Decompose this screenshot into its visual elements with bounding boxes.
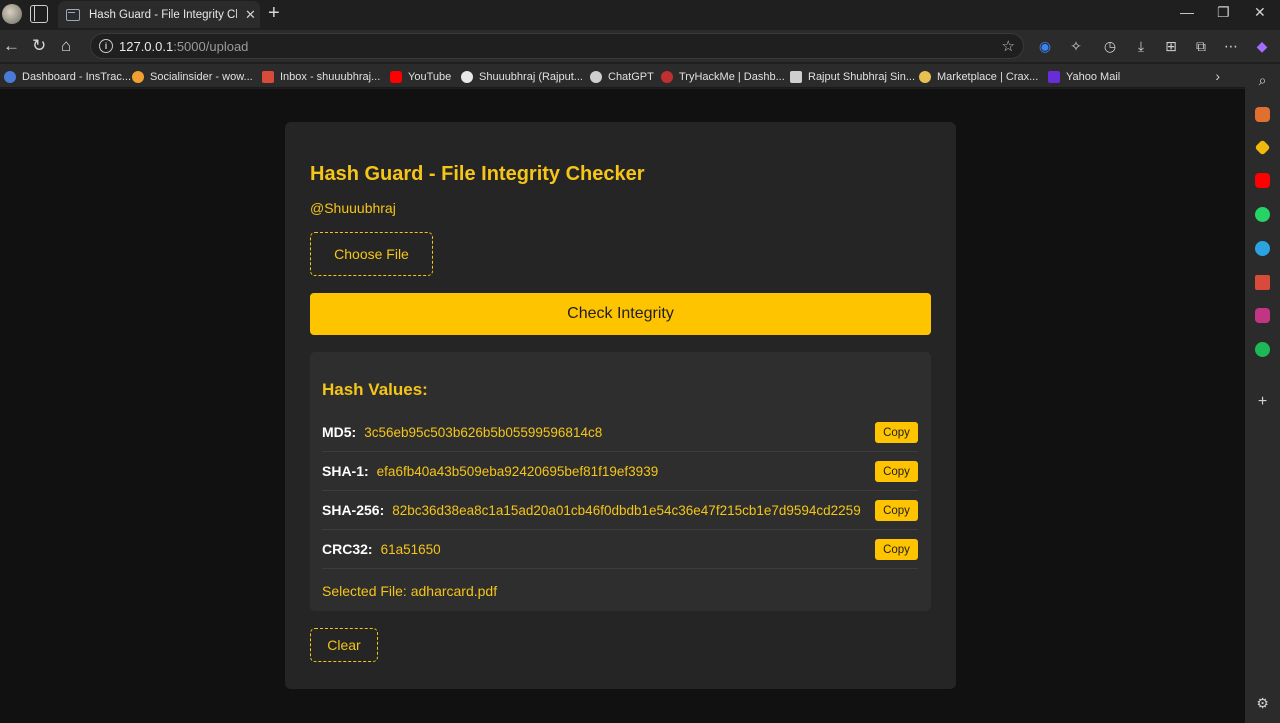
downloads-icon[interactable]: ⤓ xyxy=(1133,38,1149,54)
bookmark-label: Marketplace | Crax... xyxy=(937,71,1039,83)
tab-title: Hash Guard - File Integrity Checker xyxy=(89,8,237,21)
copy-crc32-button[interactable]: Copy xyxy=(875,539,918,560)
new-tab-icon[interactable]: + xyxy=(268,2,280,25)
edge-sidebar: ⌕ + ⚙ xyxy=(1245,64,1280,723)
hash-row-sha1: SHA-1: efa6fb40a43b509eba92420695bef81f1… xyxy=(322,452,918,491)
collections-icon[interactable]: ⊞ xyxy=(1163,38,1179,54)
app-card: Hash Guard - File Integrity Checker @Shu… xyxy=(285,122,956,689)
yahoo-mail-icon xyxy=(1048,71,1060,83)
hash-row-sha256: SHA-256: 82bc36d38ea8c1a15ad20a01cb46f0d… xyxy=(322,491,918,530)
tab-strip: Hash Guard - File Integrity Checker ✕ + … xyxy=(0,0,1280,28)
browser-window: Hash Guard - File Integrity Checker ✕ + … xyxy=(0,0,1280,723)
author-handle: @Shuuubhraj xyxy=(310,200,396,216)
page-title: Hash Guard - File Integrity Checker xyxy=(310,163,645,185)
bookmarks-bar: Dashboard - InsTrac... Socialinsider - w… xyxy=(0,64,1280,88)
bookmark-favicon-icon xyxy=(919,71,931,83)
settings-gear-icon[interactable]: ⚙ xyxy=(1255,696,1270,711)
search-icon[interactable]: ⌕ xyxy=(1255,73,1270,88)
instagram-icon[interactable] xyxy=(1255,308,1270,323)
bookmark-label: Yahoo Mail xyxy=(1066,71,1121,83)
bookmark-item[interactable]: Yahoo Mail xyxy=(1048,69,1120,85)
whatsapp-icon[interactable] xyxy=(1255,207,1270,222)
gmail-icon xyxy=(262,71,274,83)
hash-label: CRC32: xyxy=(322,541,373,557)
minimize-icon[interactable]: — xyxy=(1180,4,1194,20)
toolbar: ← ↻ ⌂ i 127.0.0.1 :5000/upload ☆ ◉ ✧ ◷ ⤓… xyxy=(0,30,1280,62)
clear-button[interactable]: Clear xyxy=(310,628,378,662)
spotify-icon[interactable] xyxy=(1255,342,1270,357)
bookmarks-overflow-icon[interactable]: › xyxy=(1215,68,1220,84)
bookmark-item[interactable]: Dashboard - InsTrac... xyxy=(4,69,131,85)
youtube-icon[interactable] xyxy=(1255,173,1270,188)
copy-md5-button[interactable]: Copy xyxy=(875,422,918,443)
reload-icon[interactable]: ↻ xyxy=(32,36,46,56)
history-icon[interactable]: ◷ xyxy=(1102,38,1118,54)
bookmark-item[interactable]: ChatGPT xyxy=(590,69,654,85)
check-integrity-button[interactable]: Check Integrity xyxy=(310,293,931,335)
add-sidebar-app-icon[interactable]: + xyxy=(1255,394,1270,410)
bookmark-item[interactable]: YouTube xyxy=(390,69,451,85)
site-info-icon[interactable]: i xyxy=(99,39,113,53)
back-icon[interactable]: ← xyxy=(3,36,20,56)
favorite-star-icon[interactable]: ☆ xyxy=(1002,37,1015,55)
hash-label: SHA-256: xyxy=(322,502,385,518)
chatgpt-icon xyxy=(590,71,602,83)
bookmark-item[interactable]: Marketplace | Crax... xyxy=(919,69,1038,85)
hash-row-crc32: CRC32: 61a51650 Copy xyxy=(322,530,918,569)
hash-value: 82bc36d38ea8c1a15ad20a01cb46f0dbdb1e54c3… xyxy=(392,502,861,518)
binance-icon[interactable] xyxy=(1254,139,1271,156)
choose-file-button[interactable]: Choose File xyxy=(310,232,433,276)
hash-values-panel: Hash Values: MD5: 3c56eb95c503b626b5b055… xyxy=(310,352,931,611)
tools-icon[interactable] xyxy=(1255,107,1270,122)
copilot-icon[interactable]: ◆ xyxy=(1254,38,1270,54)
bookmark-label: Socialinsider - wow... xyxy=(150,71,253,83)
tab-close-icon[interactable]: ✕ xyxy=(245,7,256,23)
bookmark-label: YouTube xyxy=(408,71,452,83)
hash-values-heading: Hash Values: xyxy=(322,380,428,399)
bookmark-label: Dashboard - InsTrac... xyxy=(22,71,132,83)
tab-active[interactable]: Hash Guard - File Integrity Checker ✕ xyxy=(58,1,260,28)
bookmark-label: TryHackMe | Dashb... xyxy=(679,71,785,83)
gmail-icon[interactable] xyxy=(1255,275,1270,290)
bookmark-item[interactable]: Socialinsider - wow... xyxy=(132,69,253,85)
extensions-icon[interactable]: ✧ xyxy=(1068,38,1084,54)
bookmark-favicon-icon xyxy=(4,71,16,83)
bookmark-item[interactable]: Shuuubhraj (Rajput... xyxy=(461,69,583,85)
window-close-icon[interactable]: ✕ xyxy=(1254,4,1266,21)
read-aloud-icon[interactable]: ◉ xyxy=(1037,38,1053,54)
selected-file-text: Selected File: adharcard.pdf xyxy=(322,583,498,599)
page-favicon-icon xyxy=(66,8,80,21)
hash-value: 61a51650 xyxy=(380,541,441,557)
bookmark-favicon-icon xyxy=(132,71,144,83)
hash-label: SHA-1: xyxy=(322,463,369,479)
bookmark-label: Shuuubhraj (Rajput... xyxy=(479,71,583,83)
bookmark-item[interactable]: Rajput Shubhraj Sin... xyxy=(790,69,915,85)
bookmark-label: Inbox - shuuubhraj... xyxy=(280,71,381,83)
hash-value: efa6fb40a43b509eba92420695bef81f19ef3939 xyxy=(376,463,659,479)
profile-avatar[interactable] xyxy=(2,4,22,24)
hash-row-md5: MD5: 3c56eb95c503b626b5b05599596814c8 Co… xyxy=(322,413,918,452)
bookmark-item[interactable]: Inbox - shuuubhraj... xyxy=(262,69,380,85)
tab-actions-icon[interactable] xyxy=(30,5,48,23)
address-bar[interactable]: i 127.0.0.1 :5000/upload ☆ xyxy=(90,33,1024,59)
screenshot-icon[interactable]: ⧉ xyxy=(1193,38,1209,54)
page-content: Hash Guard - File Integrity Checker @Shu… xyxy=(0,89,1245,723)
home-icon[interactable]: ⌂ xyxy=(61,36,71,56)
copy-sha1-button[interactable]: Copy xyxy=(875,461,918,482)
youtube-icon xyxy=(390,71,402,83)
url-path: :5000/upload xyxy=(173,38,249,54)
bookmark-favicon-icon xyxy=(790,71,802,83)
url-host: 127.0.0.1 xyxy=(119,38,174,54)
more-menu-icon[interactable]: ⋯ xyxy=(1223,38,1239,54)
bookmark-label: ChatGPT xyxy=(608,71,654,83)
hash-value: 3c56eb95c503b626b5b05599596814c8 xyxy=(364,424,603,440)
bookmark-item[interactable]: TryHackMe | Dashb... xyxy=(661,69,785,85)
copy-sha256-button[interactable]: Copy xyxy=(875,500,918,521)
bookmark-label: Rajput Shubhraj Sin... xyxy=(808,71,916,83)
telegram-icon[interactable] xyxy=(1255,241,1270,256)
tryhackme-icon xyxy=(661,71,673,83)
hash-label: MD5: xyxy=(322,424,357,440)
github-icon xyxy=(461,71,473,83)
restore-icon[interactable]: ❐ xyxy=(1217,4,1230,21)
